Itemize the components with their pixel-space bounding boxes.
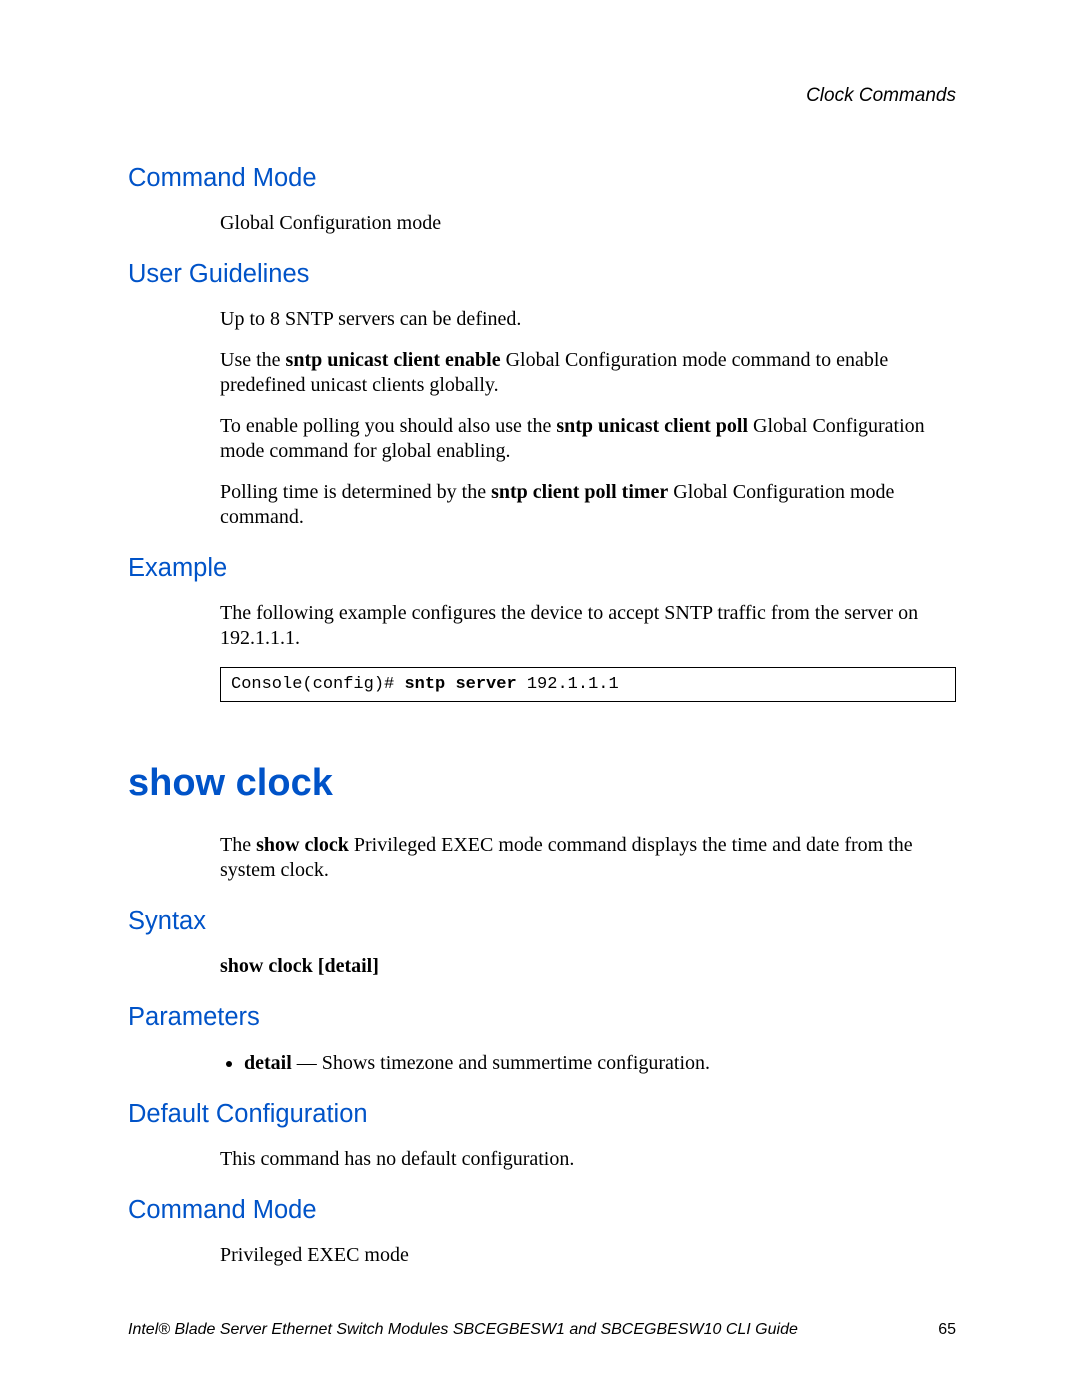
body-show-clock-intro: The show clock Privileged EXEC mode comm… <box>220 833 956 883</box>
text: This command has no default configuratio… <box>220 1147 956 1172</box>
body-command-mode-1: Global Configuration mode <box>220 211 956 236</box>
footer-title: Intel® Blade Server Ethernet Switch Modu… <box>128 1321 798 1338</box>
text: The show clock Privileged EXEC mode comm… <box>220 833 956 883</box>
running-header: Clock Commands <box>806 85 956 107</box>
text-run: The <box>220 834 256 856</box>
page: Clock Commands Command Mode Global Confi… <box>0 0 1080 1397</box>
heading-user-guidelines: User Guidelines <box>128 260 956 289</box>
text: To enable polling you should also use th… <box>220 414 956 464</box>
code-command: sntp server <box>404 675 516 694</box>
text-run: Use the <box>220 349 286 371</box>
code-block: Console(config)# sntp server 192.1.1.1 <box>220 667 956 702</box>
text-run: Polling time is determined by the <box>220 481 491 503</box>
body-parameters: detail — Shows timezone and summertime c… <box>220 1050 956 1076</box>
text: Global Configuration mode <box>220 211 956 236</box>
text-run: To enable polling you should also use th… <box>220 415 556 437</box>
body-command-mode-2: Privileged EXEC mode <box>220 1243 956 1268</box>
heading-parameters: Parameters <box>128 1003 956 1032</box>
body-user-guidelines: Up to 8 SNTP servers can be defined. Use… <box>220 307 956 530</box>
page-content: Command Mode Global Configuration mode U… <box>128 140 956 1284</box>
heading-example: Example <box>128 554 956 583</box>
heading-syntax: Syntax <box>128 907 956 936</box>
body-example: The following example configures the dev… <box>220 601 956 702</box>
text: Polling time is determined by the sntp c… <box>220 480 956 530</box>
page-number: 65 <box>938 1321 956 1339</box>
heading-show-clock: show clock <box>128 762 956 805</box>
param-name: detail <box>244 1052 292 1074</box>
body-default-configuration: This command has no default configuratio… <box>220 1147 956 1172</box>
param-desc: — Shows timezone and summertime configur… <box>292 1052 710 1074</box>
parameter-item: detail — Shows timezone and summertime c… <box>244 1050 956 1076</box>
syntax-line: show clock [detail] <box>220 954 956 979</box>
code-arg: 192.1.1.1 <box>517 675 619 694</box>
text: The following example configures the dev… <box>220 601 956 651</box>
body-syntax: show clock [detail] <box>220 954 956 979</box>
parameter-list: detail — Shows timezone and summertime c… <box>220 1050 956 1076</box>
code-prompt: Console(config)# <box>231 675 404 694</box>
text: Up to 8 SNTP servers can be defined. <box>220 307 956 332</box>
text: Use the sntp unicast client enable Globa… <box>220 348 956 398</box>
text-bold: show clock <box>256 834 349 856</box>
text-bold: sntp unicast client enable <box>286 349 501 371</box>
heading-default-configuration: Default Configuration <box>128 1100 956 1129</box>
page-footer: Intel® Blade Server Ethernet Switch Modu… <box>128 1321 956 1339</box>
text: Privileged EXEC mode <box>220 1243 956 1268</box>
text-bold: sntp unicast client poll <box>556 415 748 437</box>
text-bold: sntp client poll timer <box>491 481 668 503</box>
heading-command-mode-2: Command Mode <box>128 1196 956 1225</box>
heading-command-mode-1: Command Mode <box>128 164 956 193</box>
